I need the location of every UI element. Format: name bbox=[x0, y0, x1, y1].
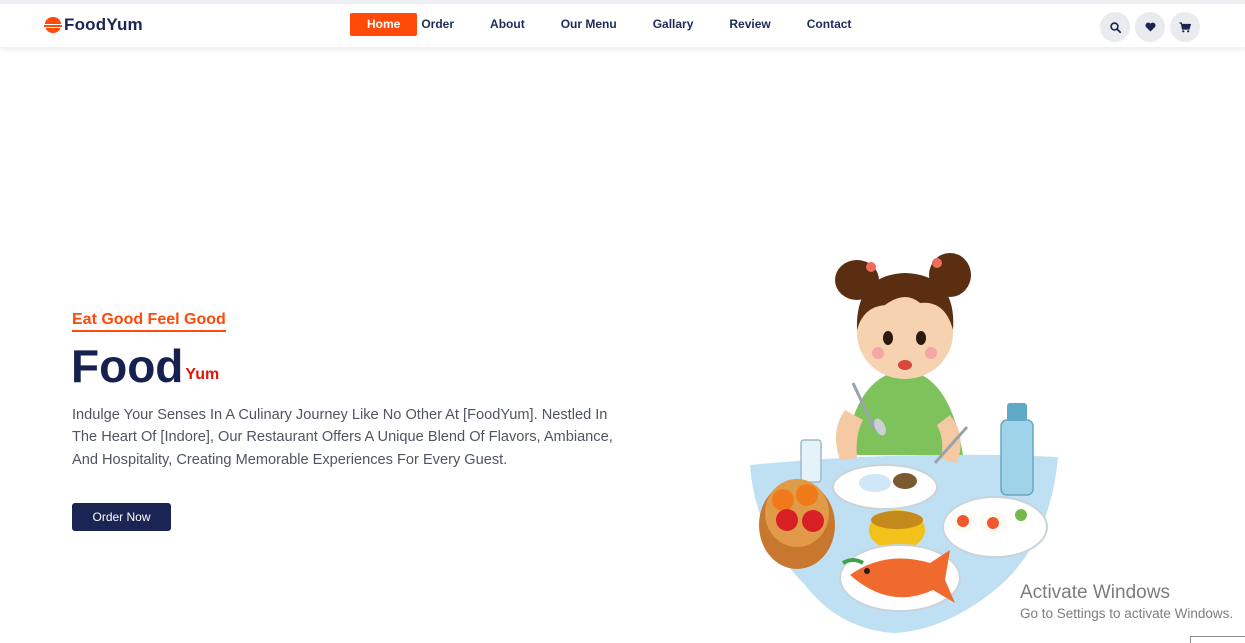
search-icon bbox=[1109, 21, 1121, 33]
brand-logo[interactable]: FoodYum bbox=[44, 15, 143, 35]
main-nav: Home Order About Our Menu Gallary Review… bbox=[350, 13, 870, 36]
cart-button[interactable] bbox=[1170, 12, 1200, 42]
windows-activation-watermark: Activate Windows Go to Settings to activ… bbox=[1020, 582, 1233, 623]
hero-description: Indulge Your Senses In A Culinary Journe… bbox=[72, 407, 613, 468]
watermark-subtitle: Go to Settings to activate Windows. bbox=[1020, 606, 1234, 621]
hero-tagline: Eat Good Feel Good bbox=[72, 310, 226, 332]
nav-about[interactable]: About bbox=[472, 13, 542, 36]
corner-element bbox=[1190, 636, 1245, 643]
order-now-button[interactable]: Order Now bbox=[72, 503, 171, 531]
hero-title-sub: Yum bbox=[185, 366, 220, 383]
nav-contact[interactable]: Contact bbox=[791, 13, 869, 36]
nav-order[interactable]: Order bbox=[419, 13, 470, 36]
cart-icon bbox=[1179, 21, 1191, 32]
watermark-title: Activate Windows bbox=[1020, 582, 1170, 603]
navbar: FoodYum Home Order About Our Menu Gallar… bbox=[0, 4, 1245, 47]
wishlist-button[interactable] bbox=[1135, 12, 1165, 42]
nav-review[interactable]: Review bbox=[713, 13, 788, 36]
bowl-icon bbox=[44, 17, 62, 33]
girl-eating-meal-illustration bbox=[750, 253, 1058, 633]
nav-gallery[interactable]: Gallary bbox=[637, 13, 712, 36]
search-button[interactable] bbox=[1100, 12, 1130, 42]
nav-home[interactable]: Home bbox=[350, 13, 418, 36]
heart-icon bbox=[1144, 22, 1156, 32]
hero-title: Food Yum bbox=[71, 340, 219, 392]
nav-our-menu[interactable]: Our Menu bbox=[544, 13, 635, 36]
hero-title-main: Food bbox=[71, 340, 184, 392]
brand-name: FoodYum bbox=[64, 15, 143, 34]
